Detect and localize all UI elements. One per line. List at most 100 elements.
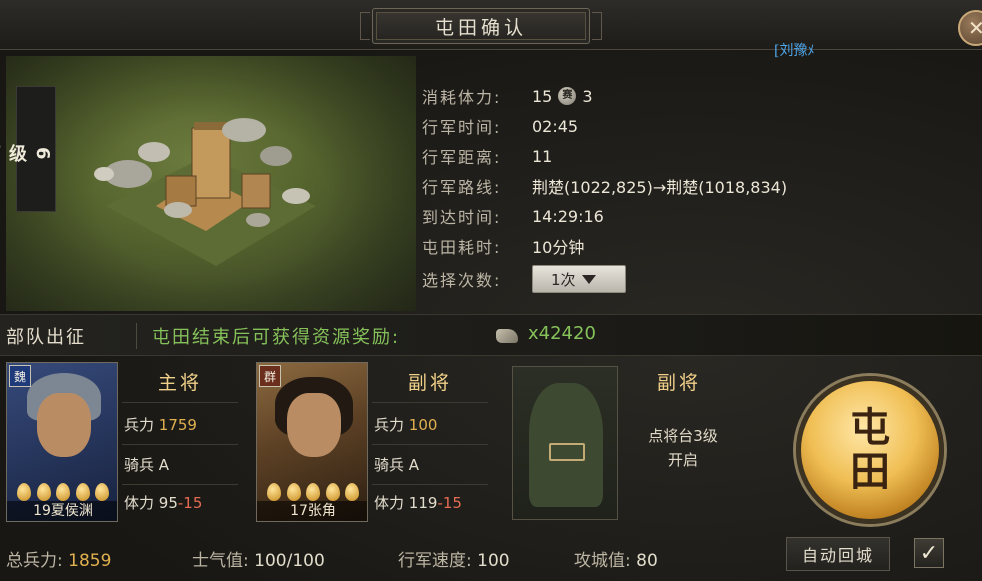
role-label: 副将 <box>407 372 452 394</box>
unit-stat: 骑兵 A <box>124 454 169 476</box>
info-row-route: 行军路线: 荆楚(1022,825)→荆楚(1018,834) <box>422 174 787 198</box>
star-icon <box>75 483 90 501</box>
divider <box>122 484 238 485</box>
info-label: 到达时间: <box>422 208 502 227</box>
info-value: 14:29:16 <box>532 206 604 226</box>
farm-confirm-button[interactable]: 屯 田 <box>796 376 944 524</box>
faction-badge: 魏 <box>9 365 31 387</box>
unit-stat: 骑兵 A <box>374 454 419 476</box>
troops-stat: 兵力 1759 <box>124 414 197 436</box>
stat-value: 1859 <box>68 551 112 571</box>
stat-value: A <box>158 456 170 474</box>
title-ornament-left <box>360 12 370 40</box>
general-portrait[interactable]: 魏 19夏侯渊 <box>6 362 118 522</box>
title-ornament-right <box>592 12 602 40</box>
info-value: 02:45 <box>532 116 579 136</box>
info-value: 荆楚(1022,825)→荆楚(1018,834) <box>532 178 788 197</box>
info-label: 屯田耗时: <box>422 238 502 257</box>
star-icon <box>325 483 340 501</box>
star-icon <box>95 483 109 501</box>
count-select-value: 1次 <box>551 270 576 289</box>
auto-return-checkbox[interactable]: ✓ <box>914 538 944 568</box>
star-icon <box>345 483 359 501</box>
close-icon: ✕ <box>968 16 982 40</box>
player-tag: [刘豫ﾒ <box>774 43 815 59</box>
faction-badge: 群 <box>259 365 281 387</box>
dropdown-arrow-icon <box>581 274 596 284</box>
info-row-count: 选择次数: 1次 <box>422 264 626 294</box>
general-portrait[interactable]: 群 17张角 <box>256 362 368 522</box>
section-title: 部队出征 <box>6 327 86 348</box>
divider <box>122 444 238 445</box>
stat-value: 100 <box>408 416 438 434</box>
resource-tile-image <box>6 56 416 311</box>
stat-label: 攻城值: <box>574 551 631 571</box>
siege-value: 攻城值: 80 <box>574 546 658 571</box>
divider <box>372 444 488 445</box>
total-troops: 总兵力: 1859 <box>6 546 111 571</box>
stamina-stat: 体力 95-15 <box>124 492 202 514</box>
level-char: 石 <box>0 95 3 211</box>
lock-icon <box>549 443 585 461</box>
divider <box>122 402 238 403</box>
star-icon <box>56 483 70 501</box>
stat-label: 士气值: <box>192 551 249 571</box>
info-value: 15 赛 3 <box>532 87 593 106</box>
star-rating <box>11 483 115 501</box>
info-value: 11 <box>532 146 553 166</box>
reward-value: x42420 <box>528 323 596 344</box>
stat-value: 80 <box>636 551 658 571</box>
stat-label: 兵力 <box>124 416 155 434</box>
stat-value: 100/100 <box>254 551 325 571</box>
stat-label: 骑兵 <box>374 456 405 474</box>
auto-return-button[interactable]: 自动回城 <box>786 537 890 571</box>
stone-resource-icon <box>496 329 518 343</box>
general-name: 19夏侯渊 <box>7 501 117 521</box>
divider <box>136 323 137 349</box>
stamina-stat: 体力 119-15 <box>374 492 462 514</box>
reward-text: 屯田结束后可获得资源奖励: <box>152 327 401 348</box>
tile-vignette <box>6 56 416 311</box>
info-row-distance: 行军距离: 11 <box>422 144 552 168</box>
count-select[interactable]: 1次 <box>532 265 626 293</box>
star-icon <box>306 483 320 501</box>
unlock-hint: 点将台3级 开启 <box>628 424 738 472</box>
role-label: 主将 <box>157 372 202 394</box>
star-icon <box>267 483 281 501</box>
info-label: 行军距离: <box>422 148 502 167</box>
unlock-hint-line: 点将台3级 <box>648 427 718 445</box>
button-char: 田 <box>850 448 890 495</box>
button-char: 屯 <box>850 404 890 451</box>
info-label: 行军时间: <box>422 118 502 137</box>
stat-value: A <box>408 456 420 474</box>
info-value: 10分钟 <box>532 238 585 257</box>
locked-general-slot[interactable] <box>512 366 618 520</box>
stat-label: 体力 <box>374 494 405 512</box>
morale: 士气值: 100/100 <box>192 546 325 571</box>
army-section-bar: 部队出征 屯田结束后可获得资源奖励: x42420 <box>0 314 982 356</box>
stamina-cost: -15 <box>177 494 203 512</box>
stat-value: 119 <box>408 494 438 512</box>
stamina-cost: 15 <box>532 86 553 106</box>
level-char: 6 <box>32 146 53 160</box>
info-label: 消耗体力: <box>422 88 502 107</box>
star-icon <box>17 483 31 501</box>
stat-label: 行军速度: <box>398 551 472 571</box>
stat-value: 95 <box>158 494 178 512</box>
dialog-frame: 屯田确认 ✕ [刘豫ﾒ 6 级 石 料 消耗体力: <box>0 0 982 581</box>
info-row-march-time: 行军时间: 02:45 <box>422 114 578 138</box>
tile-level-banner: 6 级 石 料 <box>0 86 56 212</box>
info-row-stamina: 消耗体力: 15 赛 3 <box>422 84 593 108</box>
info-row-duration: 屯田耗时: 10分钟 <box>422 234 584 258</box>
check-icon: ✓ <box>919 540 939 566</box>
stat-value: 100 <box>477 551 510 571</box>
stamina-cost: -15 <box>437 494 462 512</box>
divider <box>372 484 488 485</box>
star-rating <box>261 483 365 501</box>
level-char: 级 <box>6 144 27 162</box>
info-label: 行军路线: <box>422 178 502 197</box>
troops-stat: 兵力 100 <box>374 414 437 436</box>
star-icon <box>36 483 51 501</box>
stat-value: 1759 <box>158 416 197 434</box>
face-shape <box>287 393 341 457</box>
